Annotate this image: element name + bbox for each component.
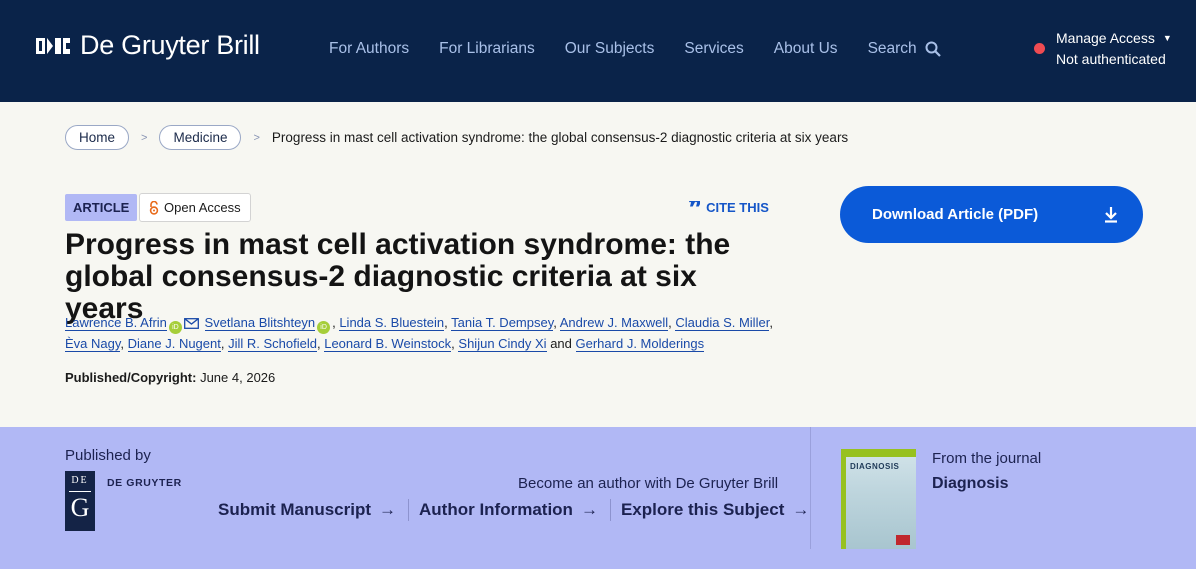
article-title: Progress in mast cell activation syndrom… [65, 228, 731, 325]
chevron-right-icon: > [141, 131, 148, 144]
open-access-label: Open Access [164, 200, 241, 215]
explore-subject-link[interactable]: Explore this Subject → [621, 500, 809, 520]
logo-divider [69, 491, 91, 492]
author-link[interactable]: Svetlana Blitshteyn [204, 315, 316, 331]
nav-search[interactable]: Search [868, 40, 941, 58]
open-access-badge: Open Access [139, 193, 251, 222]
author-link[interactable]: Shijun Cindy Xi [458, 336, 547, 352]
from-journal-label: From the journal [932, 450, 1042, 467]
published-label: Published/Copyright: [65, 370, 197, 385]
link-divider [609, 499, 611, 521]
submit-manuscript-label: Submit Manuscript [218, 500, 372, 519]
open-access-icon [149, 200, 159, 215]
author-links: Submit Manuscript → Author Information →… [218, 499, 809, 521]
publisher-name: DE GRUYTER [107, 477, 182, 489]
journal-name-link[interactable]: Diagnosis [932, 475, 1008, 493]
site-logo[interactable]: De Gruyter Brill [36, 30, 260, 61]
main-nav: For Authors For Librarians Our Subjects … [329, 40, 971, 58]
cover-publisher-mark [896, 535, 910, 545]
orcid-icon[interactable]: iD [168, 321, 182, 334]
author-link[interactable]: Gerhard J. Molderings [575, 336, 705, 352]
link-divider [408, 499, 410, 521]
manage-access-label: Manage Access [1056, 30, 1155, 46]
auth-status-text: Not authenticated [1056, 51, 1166, 67]
nav-our-subjects[interactable]: Our Subjects [565, 40, 655, 58]
chevron-right-icon: > [253, 131, 260, 144]
author-link[interactable]: Lawrence B. Afrin [65, 315, 167, 331]
and-word: and [550, 336, 572, 351]
cite-this-button[interactable]: ❞ CITE THIS [688, 200, 769, 215]
author-link[interactable]: Èva Nagy [65, 336, 121, 352]
de-gruyter-logo[interactable]: DE G [65, 471, 95, 531]
author-link[interactable]: Linda S. Bluestein [339, 315, 445, 331]
article-type-badge: ARTICLE [65, 194, 138, 221]
search-label: Search [867, 40, 917, 57]
nav-about-us[interactable]: About Us [774, 40, 838, 58]
cover-top-strip [846, 449, 916, 457]
author-link[interactable]: Claudia S. Miller [675, 315, 770, 331]
email-icon[interactable] [183, 318, 199, 329]
author-list: Lawrence B. Afrin iD Svetlana Blitshteyn i… [65, 315, 773, 352]
published-info: Published/Copyright: June 4, 2026 [65, 370, 275, 385]
band-divider [810, 427, 811, 549]
window-edge [1196, 0, 1200, 569]
author-information-label: Author Information [419, 500, 573, 519]
author-link[interactable]: Andrew J. Maxwell [559, 315, 669, 331]
published-by-label: Published by [65, 447, 151, 464]
author-link[interactable]: Diane J. Nugent [127, 336, 221, 352]
author-link[interactable]: Tania T. Dempsey [451, 315, 554, 331]
logo-mark-icon [36, 37, 70, 54]
breadcrumb-home[interactable]: Home [65, 125, 130, 150]
become-author-text: Become an author with De Gruyter Brill [518, 475, 779, 492]
author-information-link[interactable]: Author Information → [419, 500, 598, 520]
author-link[interactable]: Jill R. Schofield [228, 336, 317, 352]
site-header: De Gruyter Brill For Authors For Librari… [0, 0, 1196, 102]
nav-services[interactable]: Services [684, 40, 743, 58]
download-icon [1105, 207, 1117, 223]
published-date: June 4, 2026 [200, 370, 276, 385]
submit-manuscript-link[interactable]: Submit Manuscript → [218, 500, 396, 520]
explore-subject-label: Explore this Subject [620, 500, 785, 519]
arrow-right-icon: → [792, 500, 810, 519]
search-icon [925, 41, 941, 57]
chevron-down-icon: ▼ [1162, 33, 1172, 43]
breadcrumb-medicine[interactable]: Medicine [159, 125, 242, 150]
breadcrumb-current: Progress in mast cell activation syndrom… [271, 130, 849, 145]
nav-for-librarians[interactable]: For Librarians [439, 40, 535, 58]
auth-status-dot [1034, 43, 1045, 54]
nav-for-authors[interactable]: For Authors [329, 40, 409, 58]
arrow-right-icon: → [580, 500, 598, 519]
logo-de-text: DE [71, 475, 89, 486]
cite-this-label: CITE THIS [706, 200, 769, 215]
logo-text: De Gruyter Brill [80, 30, 260, 60]
logo-g-text: G [70, 493, 90, 522]
manage-access-toggle[interactable]: Manage Access ▼ [1056, 30, 1172, 46]
breadcrumb: Home > Medicine > Progress in mast cell … [65, 125, 848, 150]
journal-cover[interactable]: DIAGNOSIS [841, 449, 916, 549]
quote-icon: ❞ [688, 201, 700, 215]
orcid-icon[interactable]: iD [317, 321, 331, 334]
author-link[interactable]: Leonard B. Weinstock [324, 336, 452, 352]
arrow-right-icon: → [379, 500, 397, 519]
download-pdf-label: Download Article (PDF) [872, 206, 1039, 223]
cover-title: DIAGNOSIS [850, 462, 900, 471]
download-pdf-button[interactable]: Download Article (PDF) [840, 186, 1143, 243]
publisher-band: Published by DE G DE GRUYTER Become an a… [0, 427, 1196, 569]
